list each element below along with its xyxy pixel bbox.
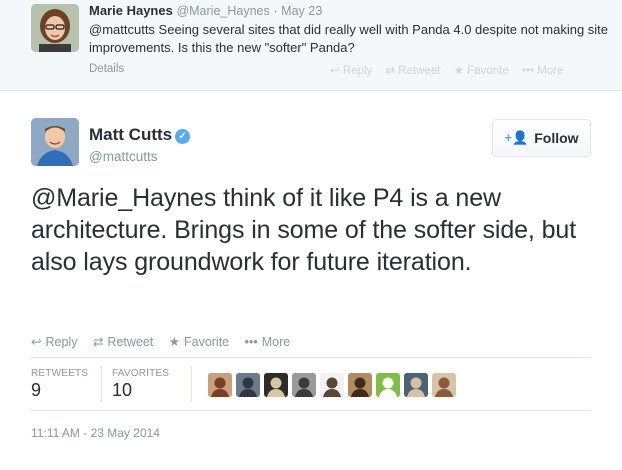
favoriter-avatar[interactable] (236, 373, 260, 397)
fullname[interactable]: Matt Cutts ✓ (89, 125, 191, 145)
star-icon: ★ (168, 335, 180, 349)
follow-button[interactable]: +👤 Follow (492, 119, 591, 157)
user-avatar-image (31, 4, 79, 52)
favorites-count: 10 (112, 380, 133, 400)
retweet-button[interactable]: ⇄ Retweet (93, 335, 153, 349)
retweet-icon: ⇄ (92, 335, 104, 349)
avatar[interactable] (31, 118, 79, 166)
reply-button[interactable]: ↩ Reply (31, 335, 77, 349)
favoriter-avatar[interactable] (376, 373, 400, 397)
add-user-icon: +👤 (504, 130, 529, 145)
username[interactable]: @Marie_Haynes (176, 4, 269, 18)
tweet-actions: ↩ Reply ⇄ Retweet ★ Favorite ••• More (330, 63, 573, 77)
tweet-text: @mattcutts Seeing several sites that did… (89, 22, 609, 55)
tweet-date[interactable]: May 23 (281, 4, 322, 18)
tweet-actions: ↩ Reply ⇄ Retweet ★ Favorite ••• More (31, 334, 302, 349)
reply-button[interactable]: ↩ Reply (330, 65, 372, 77)
star-icon: ★ (453, 65, 464, 77)
retweet-icon: ⇄ (385, 65, 396, 77)
parent-tweet[interactable]: Marie Haynes @Marie_Haynes · May 23 @mat… (0, 0, 622, 91)
verified-icon: ✓ (175, 129, 191, 144)
separator: · (273, 4, 278, 18)
divider (31, 357, 591, 358)
reply-icon: ↩ (31, 335, 42, 349)
more-icon: ••• (521, 65, 535, 77)
favorites-label: FAVORITES (112, 368, 170, 379)
divider (31, 410, 591, 411)
follow-label: Follow (534, 130, 579, 146)
retweets-stat[interactable]: RETWEETS 9 (31, 368, 88, 401)
divider (101, 366, 102, 402)
favoriter-avatar[interactable] (320, 373, 344, 397)
favoriters-list (208, 373, 456, 397)
retweets-count: 9 (31, 380, 42, 400)
favoriter-avatar[interactable] (208, 373, 232, 397)
avatar[interactable] (31, 4, 79, 52)
divider (191, 366, 192, 402)
user-avatar-image (31, 118, 79, 166)
favorites-stat[interactable]: FAVORITES 10 (112, 368, 169, 401)
favoriter-avatar[interactable] (432, 373, 456, 397)
fullname[interactable]: Marie Haynes (89, 3, 173, 18)
favorite-button[interactable]: ★ Favorite (169, 335, 229, 349)
more-button[interactable]: ••• More (245, 335, 291, 349)
tweet-text: @Marie_Haynes think of it like P4 is a n… (31, 184, 577, 276)
username[interactable]: @mattcutts (89, 149, 157, 164)
more-icon: ••• (244, 335, 258, 349)
favorite-button[interactable]: ★ Favorite (454, 65, 509, 77)
tweet-timestamp[interactable]: 11:11 AM - 23 May 2014 (31, 426, 160, 440)
more-button[interactable]: ••• More (522, 65, 564, 77)
reply-icon: ↩ (330, 65, 340, 77)
favoriter-avatar[interactable] (292, 373, 316, 397)
retweet-button[interactable]: ⇄ Retweet (385, 65, 440, 77)
favoriter-avatar[interactable] (404, 373, 428, 397)
tweet-header: Marie Haynes @Marie_Haynes · May 23 (89, 3, 322, 18)
details-link[interactable]: Details (89, 63, 124, 75)
retweets-label: RETWEETS (31, 368, 89, 379)
favoriter-avatar[interactable] (348, 373, 372, 397)
favoriter-avatar[interactable] (264, 373, 288, 397)
